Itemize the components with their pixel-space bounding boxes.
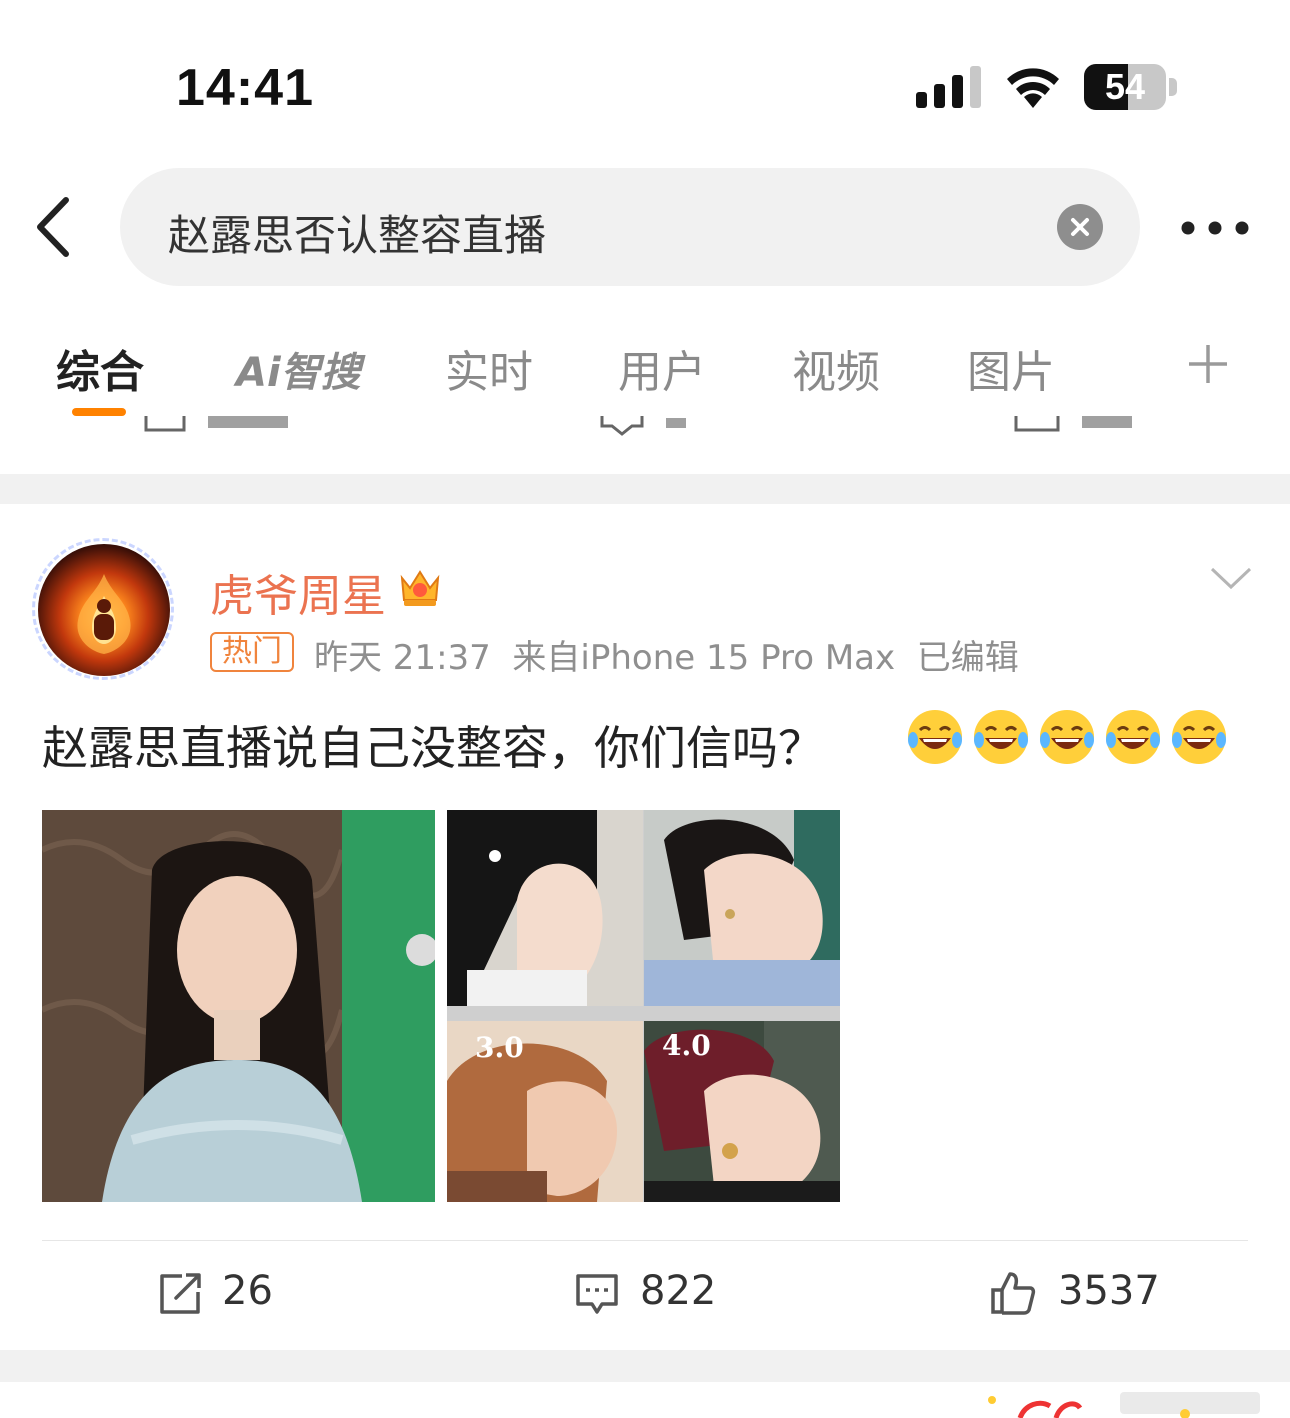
repost-icon[interactable] — [158, 1270, 204, 1316]
image-2-quadrant-4: 4.0 — [644, 1021, 840, 1202]
add-tab-icon[interactable] — [1188, 344, 1228, 384]
next-card-sticker — [988, 1392, 1260, 1418]
like-count[interactable]: 3537 — [1058, 1268, 1160, 1314]
back-arrow-icon[interactable] — [34, 196, 74, 258]
previous-post-action-bar — [0, 416, 1290, 436]
profile-photo-2 — [644, 810, 840, 1006]
portrait-image — [42, 810, 435, 1202]
post-source: 来自iPhone 15 Pro Max — [512, 638, 896, 678]
comment-count[interactable]: 822 — [640, 1268, 716, 1314]
tab-users[interactable]: 用户 — [618, 336, 706, 400]
tab-ai-search[interactable]: Ai智搜 — [236, 340, 361, 398]
battery-tip — [1169, 78, 1177, 96]
post-username[interactable]: 虎爷周星 — [210, 560, 386, 624]
post-meta: 昨天 21:37 来自iPhone 15 Pro Max 已编辑 — [314, 630, 1019, 679]
tab-comprehensive[interactable]: 综合 — [56, 336, 144, 400]
image-label-3-0: 3.0 — [475, 1031, 524, 1064]
hot-badge: 热门 — [210, 632, 294, 672]
post-edited: 已编辑 — [916, 638, 1019, 678]
post-image-2[interactable]: 3.0 4.0 — [447, 810, 840, 1202]
battery-percent: 54 — [1104, 66, 1146, 107]
card-divider-bottom — [0, 1350, 1290, 1382]
action-bar-divider — [42, 1240, 1248, 1241]
laughing-tears-emoji-icon — [1172, 710, 1226, 764]
laughing-tears-emoji-icon — [1106, 710, 1160, 764]
battery-icon: 54 — [1084, 64, 1166, 110]
wifi-icon — [1007, 68, 1059, 108]
comment-icon[interactable] — [574, 1270, 620, 1316]
post-image-1[interactable] — [42, 810, 435, 1202]
more-options-icon[interactable] — [1180, 220, 1250, 236]
tab-images[interactable]: 图片 — [967, 336, 1055, 400]
active-tab-indicator — [72, 408, 126, 416]
card-divider — [0, 474, 1290, 504]
clear-search-button[interactable] — [1057, 204, 1103, 250]
close-icon — [1071, 218, 1089, 236]
avatar[interactable] — [38, 544, 170, 676]
image-2-quadrant-3: 3.0 — [447, 1021, 643, 1202]
vip-crown-icon — [400, 570, 440, 606]
like-thumb-icon[interactable] — [990, 1270, 1036, 1316]
post-text: 赵露思直播说自己没整容，你们信吗？ — [42, 721, 824, 775]
image-2-quadrant-1 — [447, 810, 643, 1006]
laughing-tears-emoji-icon — [908, 710, 962, 764]
previous-post-action-icons — [144, 416, 1132, 436]
avatar-image — [77, 574, 131, 654]
laughing-tears-emoji-icon — [974, 710, 1028, 764]
tab-video[interactable]: 视频 — [792, 336, 880, 400]
post-time: 昨天 21:37 — [314, 638, 491, 678]
tab-realtime[interactable]: 实时 — [445, 336, 533, 400]
image-2-quadrant-2 — [644, 810, 840, 1006]
cellular-signal-icon — [916, 66, 981, 108]
chevron-down-icon[interactable] — [1210, 566, 1252, 590]
repost-count[interactable]: 26 — [222, 1268, 273, 1314]
search-query[interactable]: 赵露思否认整容直播 — [168, 202, 546, 263]
status-time: 14:41 — [176, 59, 314, 117]
image-label-4-0: 4.0 — [662, 1029, 711, 1062]
laughing-tears-emoji-icon — [1040, 710, 1094, 764]
profile-photo-1 — [447, 810, 603, 1006]
